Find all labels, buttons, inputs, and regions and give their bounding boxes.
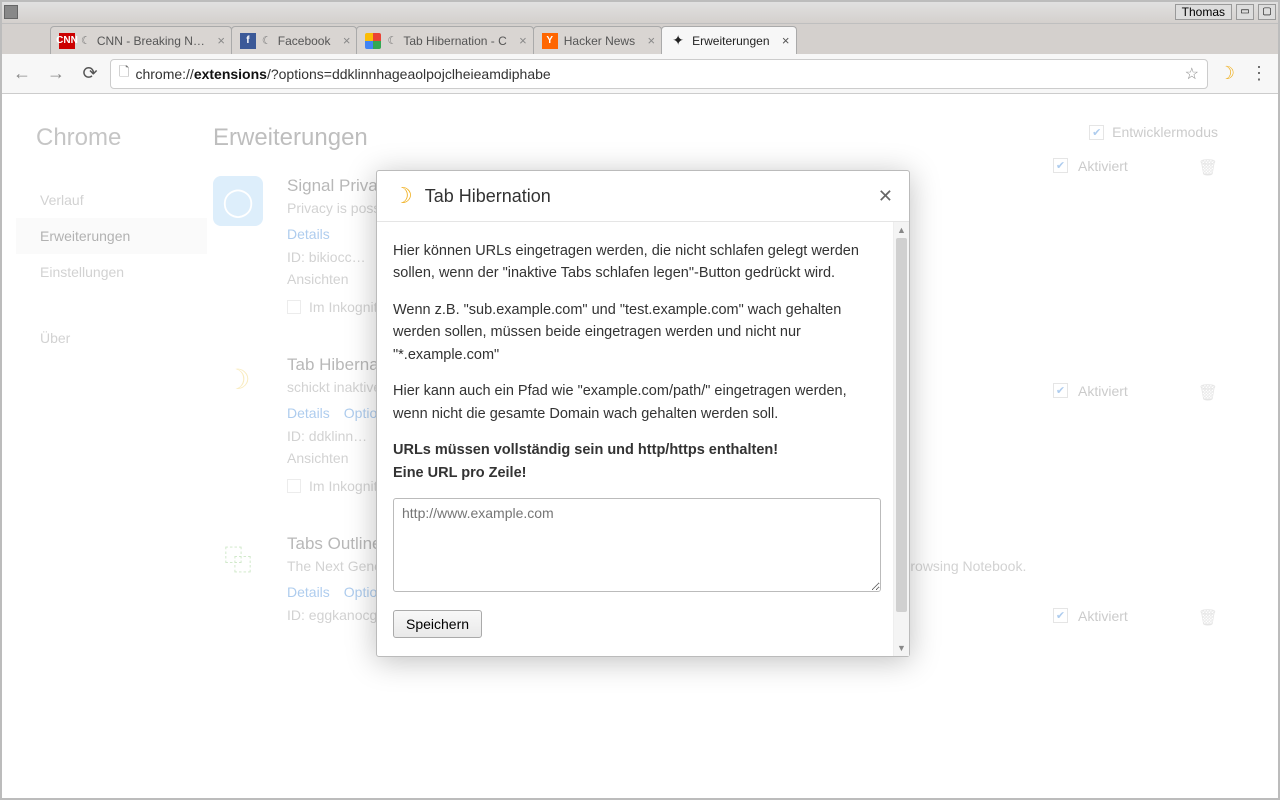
tab-hackernews[interactable]: Y Hacker News × [533, 26, 662, 54]
url-whitelist-textarea[interactable] [393, 498, 881, 592]
reload-button[interactable]: ⟳ [76, 60, 104, 88]
app-icon [4, 5, 18, 19]
forward-button[interactable]: → [42, 60, 70, 88]
address-bar[interactable]: 🗋 chrome://extensions/?options=ddklinnha… [110, 59, 1208, 89]
minimize-button[interactable]: ▭ [1236, 4, 1254, 20]
back-button[interactable]: ← [8, 60, 36, 88]
facebook-favicon-icon: f [240, 33, 256, 49]
tab-facebook[interactable]: f ☾ Facebook × [231, 26, 358, 54]
url-text: chrome://extensions/?options=ddklinnhage… [135, 66, 1178, 82]
scroll-thumb[interactable] [896, 238, 907, 612]
chrome-store-favicon-icon [365, 33, 381, 49]
tab-extensions[interactable]: ✦ Erweiterungen × [661, 26, 796, 54]
sleep-icon: ☾ [81, 34, 91, 47]
modal-paragraph: Hier können URLs eingetragen werden, die… [393, 240, 881, 285]
moon-icon: ☽ [393, 183, 413, 209]
tab-label: Tab Hibernation - C [403, 34, 506, 48]
modal-scrollbar[interactable]: ▲ ▼ [893, 222, 909, 656]
sleep-icon: ☾ [262, 34, 272, 47]
maximize-button[interactable]: ▢ [1258, 4, 1276, 20]
chrome-menu-button[interactable]: ⋮ [1246, 60, 1272, 88]
save-button[interactable]: Speichern [393, 610, 482, 638]
os-user-label[interactable]: Thomas [1175, 4, 1232, 20]
scroll-up-icon[interactable]: ▲ [894, 222, 909, 238]
os-titlebar: Thomas ▭ ▢ [0, 0, 1280, 24]
hackernews-favicon-icon: Y [542, 33, 558, 49]
tab-label: Facebook [278, 34, 331, 48]
scroll-down-icon[interactable]: ▼ [894, 640, 909, 656]
close-icon[interactable]: × [782, 33, 790, 48]
modal-body: Hier können URLs eingetragen werden, die… [377, 222, 909, 656]
tab-strip: CNN ☾ CNN - Breaking N… × f ☾ Facebook ×… [0, 24, 1280, 54]
modal-paragraph: Wenn z.B. "sub.example.com" und "test.ex… [393, 299, 881, 366]
tab-cnn[interactable]: CNN ☾ CNN - Breaking N… × [50, 26, 232, 54]
modal-paragraph: Hier kann auch ein Pfad wie "example.com… [393, 380, 881, 425]
modal-note: URLs müssen vollständig sein und http/ht… [393, 439, 881, 484]
close-icon[interactable]: × [648, 33, 656, 48]
tab-hibernation-extension-icon[interactable]: ☽ [1214, 61, 1240, 87]
tab-label: CNN - Breaking N… [97, 34, 205, 48]
close-icon[interactable]: × [217, 33, 225, 48]
sleep-icon: ☾ [387, 34, 397, 47]
bookmark-star-icon[interactable]: ☆ [1185, 64, 1199, 84]
cnn-favicon-icon: CNN [59, 33, 75, 49]
tab-hibernation-store[interactable]: ☾ Tab Hibernation - C × [356, 26, 533, 54]
modal-title: Tab Hibernation [425, 186, 878, 207]
tab-label: Hacker News [564, 34, 635, 48]
page-icon: 🗋 [119, 63, 129, 85]
extensions-favicon-icon: ✦ [670, 33, 686, 49]
close-icon[interactable]: × [519, 33, 527, 48]
options-modal: ☽ Tab Hibernation ✕ Hier können URLs ein… [376, 170, 910, 657]
close-icon[interactable]: × [343, 33, 351, 48]
close-icon[interactable]: ✕ [878, 186, 893, 207]
tab-label: Erweiterungen [692, 34, 769, 48]
toolbar: ← → ⟳ 🗋 chrome://extensions/?options=ddk… [0, 54, 1280, 94]
modal-header: ☽ Tab Hibernation ✕ [377, 171, 909, 222]
